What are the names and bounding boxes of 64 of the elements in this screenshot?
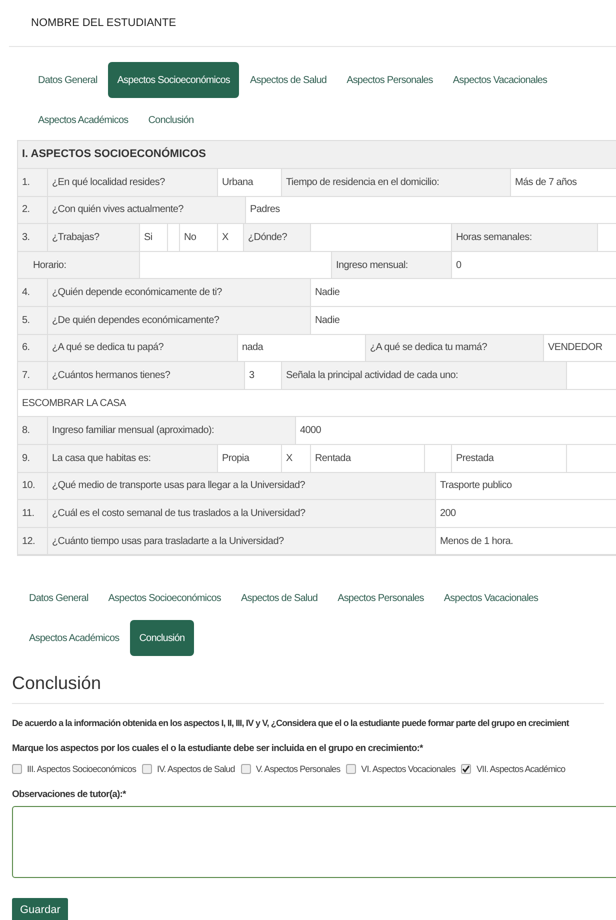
tab[interactable]: Aspectos Vacacionales [434, 580, 548, 616]
checkbox-label: VII. Aspectos Académico [476, 762, 566, 776]
row-number: 11. [18, 500, 48, 527]
question-cell: ¿De quién dependes económicamente? [48, 306, 311, 334]
question-cell: ¿Dónde? [244, 224, 311, 251]
question-cell: Tiempo de residencia en el domicilio: [282, 169, 511, 196]
question-cell: ¿Quién depende económicamente de ti? [48, 279, 311, 306]
question-cell: ¿Cuántos hermanos tienes? [48, 362, 245, 389]
question-cell: ¿Qué medio de transporte usas para llegar a la Universidad? [48, 472, 436, 500]
checkbox[interactable] [240, 764, 251, 774]
tab[interactable]: Aspectos Vacacionales [444, 62, 556, 98]
question-cell: ¿Cuánto tiempo usas para trasladarte a la Universidad? [48, 528, 436, 554]
tab[interactable]: Aspectos Socioeconómicos [108, 62, 239, 98]
row-number: 4. [18, 279, 48, 306]
tab[interactable]: Conclusión [139, 102, 203, 138]
question-cell: ¿A qué se dedica tu papá? [48, 334, 238, 362]
save-button[interactable]: Guardar [12, 898, 68, 920]
tab[interactable]: Aspectos Personales [328, 580, 433, 616]
checkmark-icon [462, 765, 470, 774]
question-cell: La casa que habitas es: [48, 444, 218, 472]
row-number: 7. [18, 362, 48, 389]
question-cell: Horas semanales: [452, 224, 598, 251]
row-number: 5. [18, 306, 48, 334]
checkbox[interactable] [461, 764, 472, 774]
tab[interactable]: Aspectos Personales [338, 62, 442, 98]
row-number: 1. [18, 169, 48, 196]
tab[interactable]: Aspectos de Salud [232, 580, 327, 616]
question-cell: ¿Con quién vives actualmente? [48, 196, 246, 224]
tab[interactable]: Datos General [29, 62, 106, 98]
checkbox[interactable] [142, 764, 152, 774]
tab[interactable]: Aspectos Académicos [29, 102, 138, 138]
tab[interactable]: Aspectos Académicos [20, 620, 128, 656]
question-cell: ¿A qué se dedica tu mamá? [366, 334, 544, 362]
row-number: 8. [18, 417, 48, 444]
checkbox-label: V. Aspectos Personales [256, 762, 340, 776]
question-cell: Ingreso familiar mensual (aproximado): [48, 417, 296, 444]
section-heading: Conclusión [12, 672, 102, 696]
question-cell: Ingreso mensual: [332, 252, 452, 278]
question-text: De acuerdo a la información obtenida en los aspectos I, II, III, IV y V, ¿Considera que el o la estudiante puede formar parte del grupo en crecimient [12, 717, 570, 730]
question-cell: ¿En qué localidad resides? [48, 169, 218, 196]
row-number: 12. [18, 528, 48, 554]
tab[interactable]: Aspectos de Salud [240, 62, 336, 98]
question-cell: ¿Trabajas? [48, 224, 140, 251]
observations-label: Observaciones de tutor(a):* [12, 788, 127, 802]
checkbox-label: VI. Aspectos Vocacionales [361, 762, 456, 776]
row-number: 6. [18, 334, 48, 362]
question-cell: Señala la principal actividad de cada uno: [282, 362, 567, 389]
row-number: 10. [18, 472, 48, 500]
tab[interactable]: Conclusión [130, 620, 194, 656]
checkbox-label: III. Aspectos Socioeconómicos [27, 762, 136, 776]
checkbox[interactable] [12, 764, 22, 774]
row-number: 9. [18, 444, 48, 472]
tab[interactable]: Datos General [20, 580, 98, 616]
tab[interactable]: Aspectos Socioeconómicos [99, 580, 230, 616]
checkbox-label: IV. Aspectos de Salud [157, 762, 235, 776]
checkbox[interactable] [346, 764, 356, 774]
section-title: I. ASPECTOS SOCIOECONÓMICOS [22, 146, 206, 162]
question-cell: ¿Cuál es el costo semanal de tus traslados a la Universidad? [48, 500, 436, 527]
observations-field[interactable] [12, 806, 616, 878]
student-name-label: NOMBRE DEL ESTUDIANTE [31, 16, 176, 31]
aspects-label: Marque los aspectos por los cuales el o la estudiante debe ser incluida en el grupo en crecimiento:* [12, 742, 424, 756]
row-number: 3. [18, 224, 48, 251]
question-cell: Horario: [18, 252, 140, 278]
row-number: 2. [18, 196, 48, 224]
